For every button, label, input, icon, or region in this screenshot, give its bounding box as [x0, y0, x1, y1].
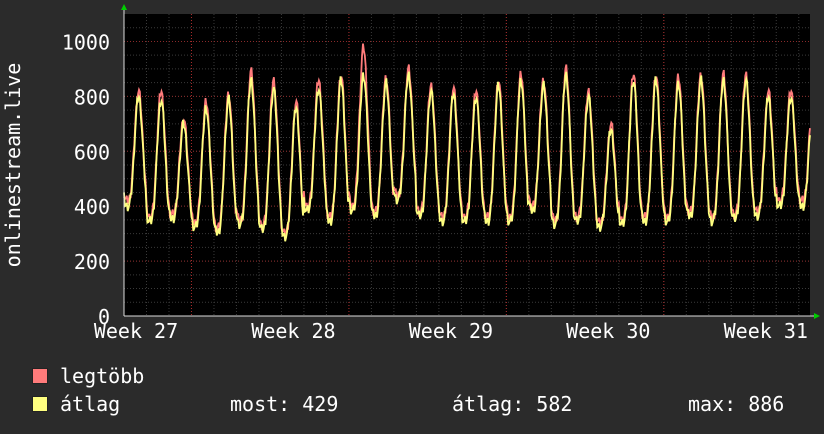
stat-max: max: 886	[688, 392, 785, 416]
x-tick-label: Week 29	[409, 319, 493, 343]
y-tick-label: 200	[74, 250, 110, 274]
y-tick-label: 800	[74, 85, 110, 109]
x-axis-arrow	[814, 313, 820, 319]
y-tick-label: 600	[74, 140, 110, 164]
stat-avg: átlag: 582	[452, 392, 573, 416]
legend-item-avg: átlag most: 429 átlag: 582 max: 886	[32, 390, 812, 418]
legend-label-max: legtöbb	[60, 364, 145, 388]
y-tick-label: 400	[74, 195, 110, 219]
y-axis-arrow	[121, 4, 127, 10]
x-tick-label: Week 27	[94, 319, 178, 343]
y-axis-label: onlinestream.live	[1, 63, 25, 268]
x-tick-label: Week 30	[566, 319, 650, 343]
y-tick-label: 1000	[62, 30, 110, 54]
legend-swatch-avg	[32, 396, 48, 412]
legend-label-avg: átlag	[60, 392, 121, 416]
legend: legtöbb átlag most: 429 átlag: 582 max: …	[32, 362, 812, 418]
x-tick-label: Week 28	[251, 319, 335, 343]
legend-swatch-max	[32, 368, 48, 384]
stat-now: most: 429	[230, 392, 339, 416]
legend-item-max: legtöbb	[32, 362, 812, 390]
x-tick-label: Week 31	[724, 319, 808, 343]
